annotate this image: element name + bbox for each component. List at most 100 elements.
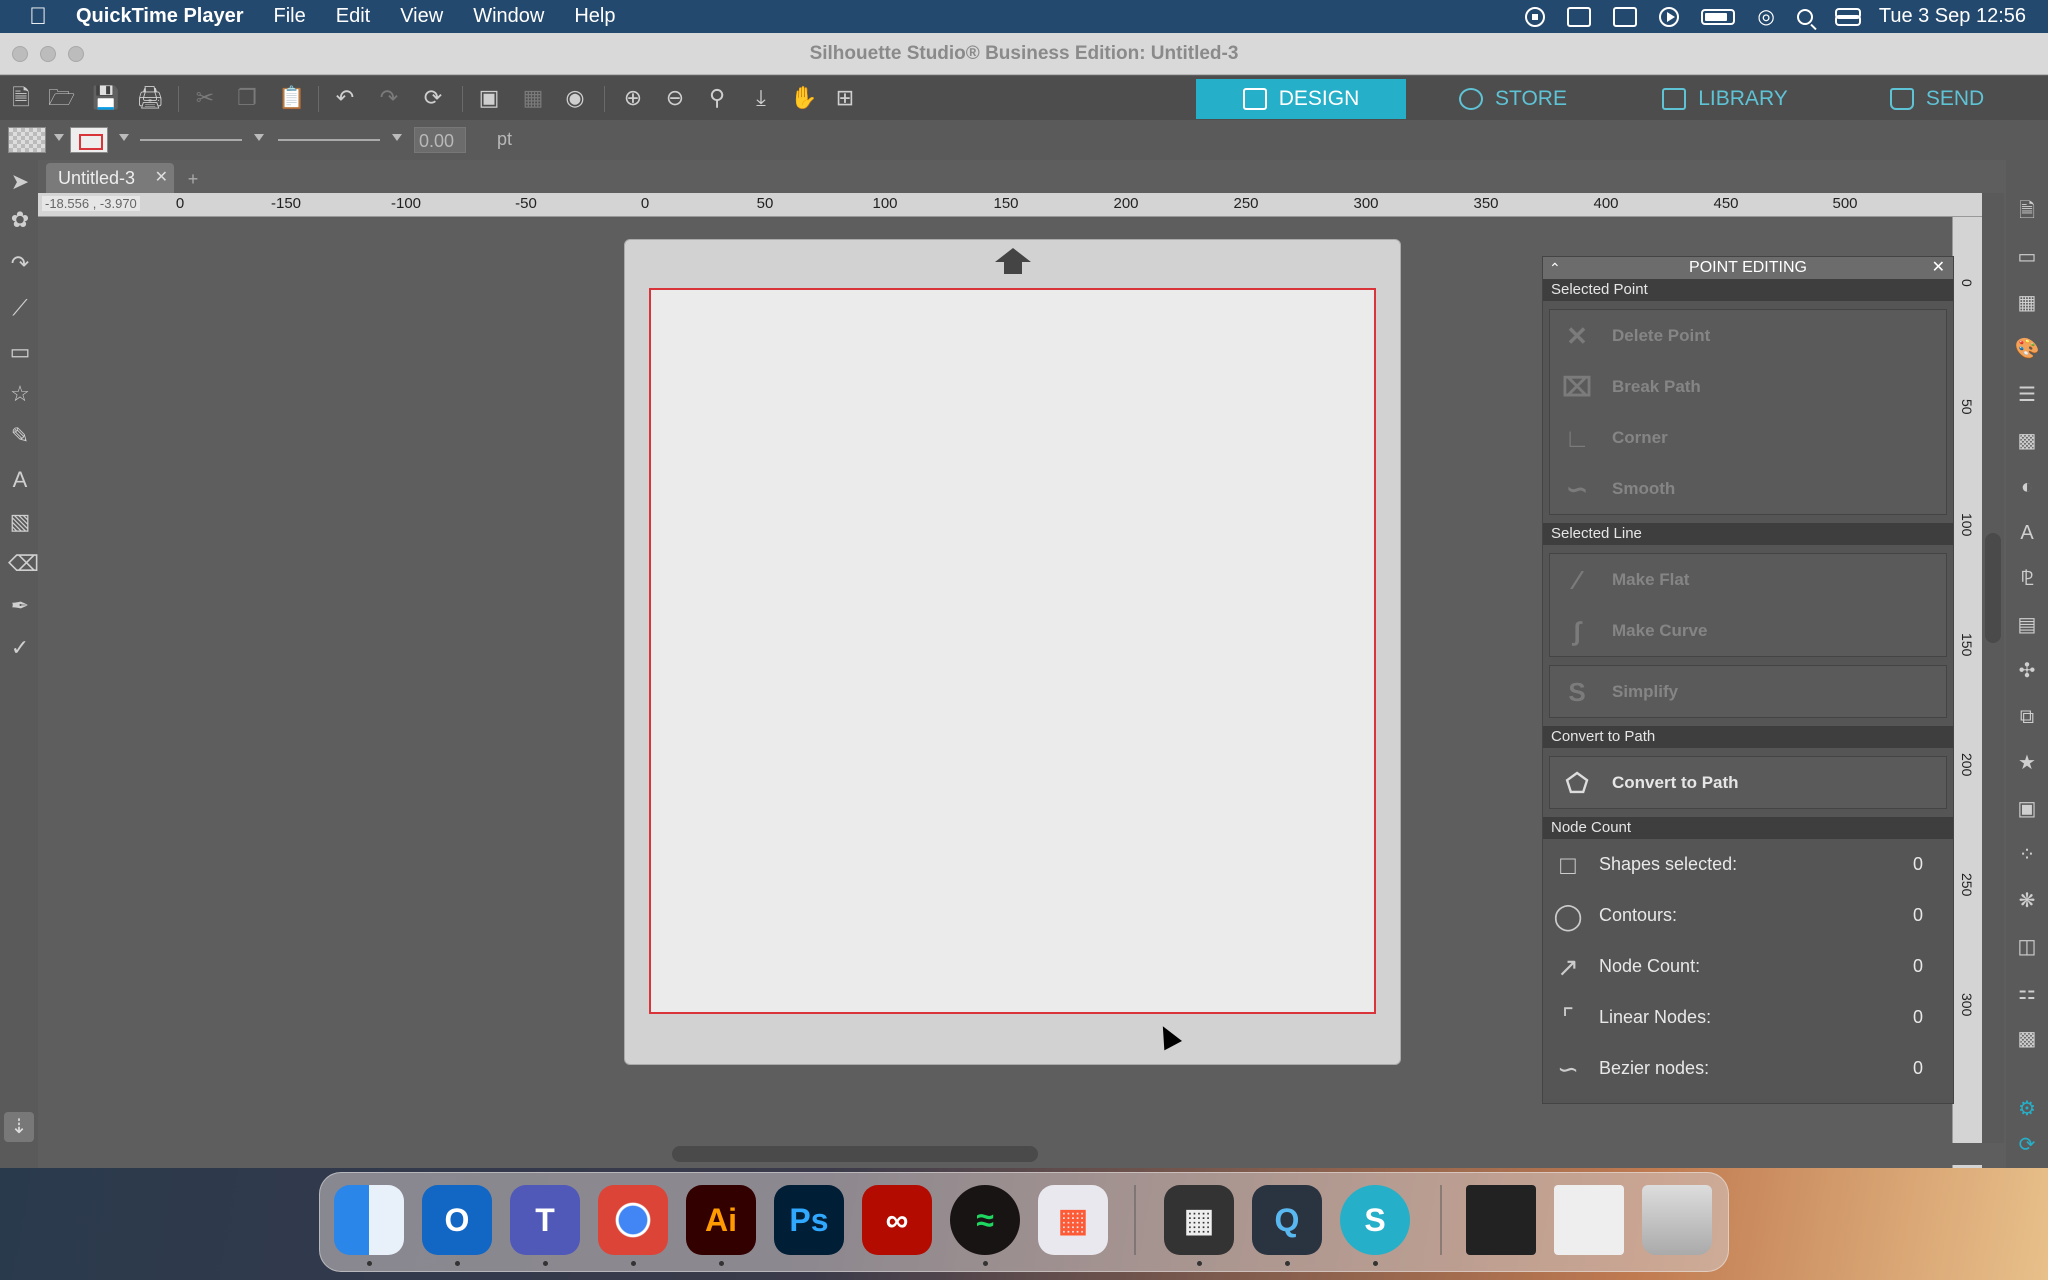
align-icon[interactable]: ▤	[2014, 612, 2040, 638]
line-end-dropdown-icon[interactable]	[392, 134, 402, 141]
tab-design[interactable]: DESIGN	[1196, 79, 1406, 119]
text-style-tool-icon[interactable]: ▧	[8, 510, 32, 534]
acrobat-app-icon[interactable]: ∞	[862, 1185, 932, 1255]
puzzle-icon[interactable]: ❋	[2014, 888, 2040, 914]
save-icon[interactable]: 💾	[92, 86, 119, 110]
illustrator-app-icon[interactable]: Ai	[686, 1185, 756, 1255]
copy-icon[interactable]: ❐	[234, 86, 260, 110]
eyedropper-tool-icon[interactable]: ✓	[8, 636, 32, 660]
screen-recording-icon[interactable]	[1525, 6, 1546, 27]
menu-window[interactable]: Window	[473, 5, 544, 28]
apple-menu-icon[interactable]: 	[0, 3, 76, 31]
finder-app-icon[interactable]	[334, 1185, 404, 1255]
text-tool-icon[interactable]: A	[8, 468, 32, 492]
rectangle-tool-icon[interactable]: ▭	[8, 340, 32, 364]
photoshop-app-icon[interactable]: Ps	[774, 1185, 844, 1255]
menu-edit[interactable]: Edit	[336, 5, 370, 28]
menu-file[interactable]: File	[274, 5, 306, 28]
line-color-swatch[interactable]	[70, 127, 108, 153]
group-icon[interactable]: ▣	[476, 86, 502, 110]
3d-icon[interactable]: ▩	[2014, 1026, 2040, 1052]
line-width-input[interactable]: 0.00	[414, 127, 466, 153]
spotify-app-icon[interactable]: ≈	[950, 1185, 1020, 1255]
control-center-icon[interactable]	[1834, 7, 1861, 26]
paste-icon[interactable]: 📋	[278, 86, 305, 110]
calculator-app-icon[interactable]: ▦	[1164, 1185, 1234, 1255]
wifi-icon[interactable]: ◎	[1757, 4, 1774, 29]
make-curve-button[interactable]: ∫ Make Curve	[1550, 605, 1946, 656]
polygon-tool-icon[interactable]: ☆	[8, 382, 32, 406]
horizontal-scroll-thumb[interactable]	[672, 1146, 1038, 1162]
zoom-fit-icon[interactable]: ⚲	[704, 86, 730, 110]
trash-icon[interactable]	[1642, 1185, 1712, 1255]
creative-cloud-icon[interactable]	[1613, 6, 1638, 27]
transparency-icon[interactable]: ◐	[2014, 474, 2040, 500]
smooth-button[interactable]: ∽ Smooth	[1550, 463, 1946, 514]
layers-icon[interactable]: ◫	[2014, 934, 2040, 960]
ungroup-icon[interactable]: ▦	[520, 86, 546, 110]
drawing-tool-icon[interactable]: ✎	[8, 424, 32, 448]
line-style-icon[interactable]: ☰	[2014, 382, 2040, 408]
minimized-window-thumbnail[interactable]	[1554, 1185, 1624, 1255]
favorites-icon[interactable]: ★	[2014, 750, 2040, 776]
select-tool-icon[interactable]: ➤	[8, 170, 32, 194]
break-path-button[interactable]: ⌧ Break Path	[1550, 361, 1946, 412]
pattern-icon[interactable]: ▩	[2014, 428, 2040, 454]
open-folder-icon[interactable]: 🗁	[48, 86, 75, 110]
vertical-scroll-thumb[interactable]	[1985, 533, 2001, 643]
tab-library[interactable]: LIBRARY	[1620, 79, 1830, 119]
launchpad-app-icon[interactable]: ▦	[1038, 1185, 1108, 1255]
fit-page-icon[interactable]: ⊞	[832, 86, 858, 110]
minimized-window-thumbnail[interactable]	[1466, 1185, 1536, 1255]
zoom-out-icon[interactable]: ⊖	[662, 86, 688, 110]
make-flat-button[interactable]: ∕ Make Flat	[1550, 554, 1946, 605]
minimize-window-button[interactable]	[40, 46, 56, 62]
document-tab[interactable]: Untitled-3 ✕	[46, 163, 174, 193]
media-play-icon[interactable]	[1659, 6, 1680, 27]
sync-icon[interactable]: ⟳	[2014, 1132, 2040, 1158]
fill-color-swatch[interactable]	[8, 127, 46, 153]
add-tab-icon[interactable]: +	[180, 166, 206, 192]
app-name-menu[interactable]: QuickTime Player	[76, 5, 244, 28]
outlook-app-icon[interactable]: O	[422, 1185, 492, 1255]
replicate-icon[interactable]: ✣	[2014, 658, 2040, 684]
spotlight-search-icon[interactable]	[1796, 8, 1813, 25]
chrome-app-icon[interactable]	[598, 1185, 668, 1255]
fill-dropdown-icon[interactable]	[54, 134, 64, 141]
zoom-window-button[interactable]	[68, 46, 84, 62]
line-style-select[interactable]	[140, 139, 242, 141]
settings-gear-icon[interactable]: ⚙	[2014, 1096, 2040, 1122]
eraser-tool-icon[interactable]: ⌫	[8, 552, 39, 576]
menu-clock[interactable]: Tue 3 Sep 12:56	[1879, 5, 2026, 28]
close-panel-icon[interactable]: ✕	[1932, 257, 1945, 279]
transform-icon[interactable]: ⧉	[2014, 704, 2040, 730]
compound-path-icon[interactable]: ◉	[562, 86, 588, 110]
menu-view[interactable]: View	[400, 5, 443, 28]
corner-button[interactable]: ∟ Corner	[1550, 412, 1946, 463]
zoom-in-icon[interactable]: ⊕	[620, 86, 646, 110]
fill-color-icon[interactable]: 🎨	[2014, 336, 2040, 362]
redo-icon[interactable]: ↷	[376, 86, 402, 110]
design-page-icon[interactable]: ▭	[2014, 244, 2040, 270]
quicktime-app-icon[interactable]: Q	[1252, 1185, 1322, 1255]
pan-hand-icon[interactable]: ✋	[790, 86, 817, 110]
dots-icon[interactable]: ⁘	[2014, 842, 2040, 868]
delete-point-button[interactable]: ✕ Delete Point	[1550, 310, 1946, 361]
cut-icon[interactable]: ✂	[192, 86, 218, 110]
print-icon[interactable]: 🖨	[136, 86, 164, 110]
menu-help[interactable]: Help	[574, 5, 615, 28]
line-style-dropdown-icon[interactable]	[254, 134, 264, 141]
point-edit-tool-icon[interactable]: ↷	[8, 252, 32, 276]
sketch-icon[interactable]: ⚏	[2014, 980, 2040, 1006]
pixscan-icon[interactable]: ▦	[2014, 290, 2040, 316]
trace-icon[interactable]: ▣	[2014, 796, 2040, 822]
battery-icon[interactable]	[1701, 8, 1736, 25]
vertical-scrollbar[interactable]	[1982, 193, 2004, 1143]
knife-tool-icon[interactable]: ✒	[8, 594, 32, 618]
new-document-icon[interactable]: 🗎	[8, 86, 34, 110]
simplify-button[interactable]: S Simplify	[1550, 666, 1946, 717]
horizontal-scrollbar[interactable]	[38, 1143, 1982, 1165]
tab-send[interactable]: SEND	[1832, 79, 2042, 119]
text-to-path-icon[interactable]: ⅊	[2014, 566, 2040, 592]
silhouette-studio-app-icon[interactable]: S	[1340, 1185, 1410, 1255]
